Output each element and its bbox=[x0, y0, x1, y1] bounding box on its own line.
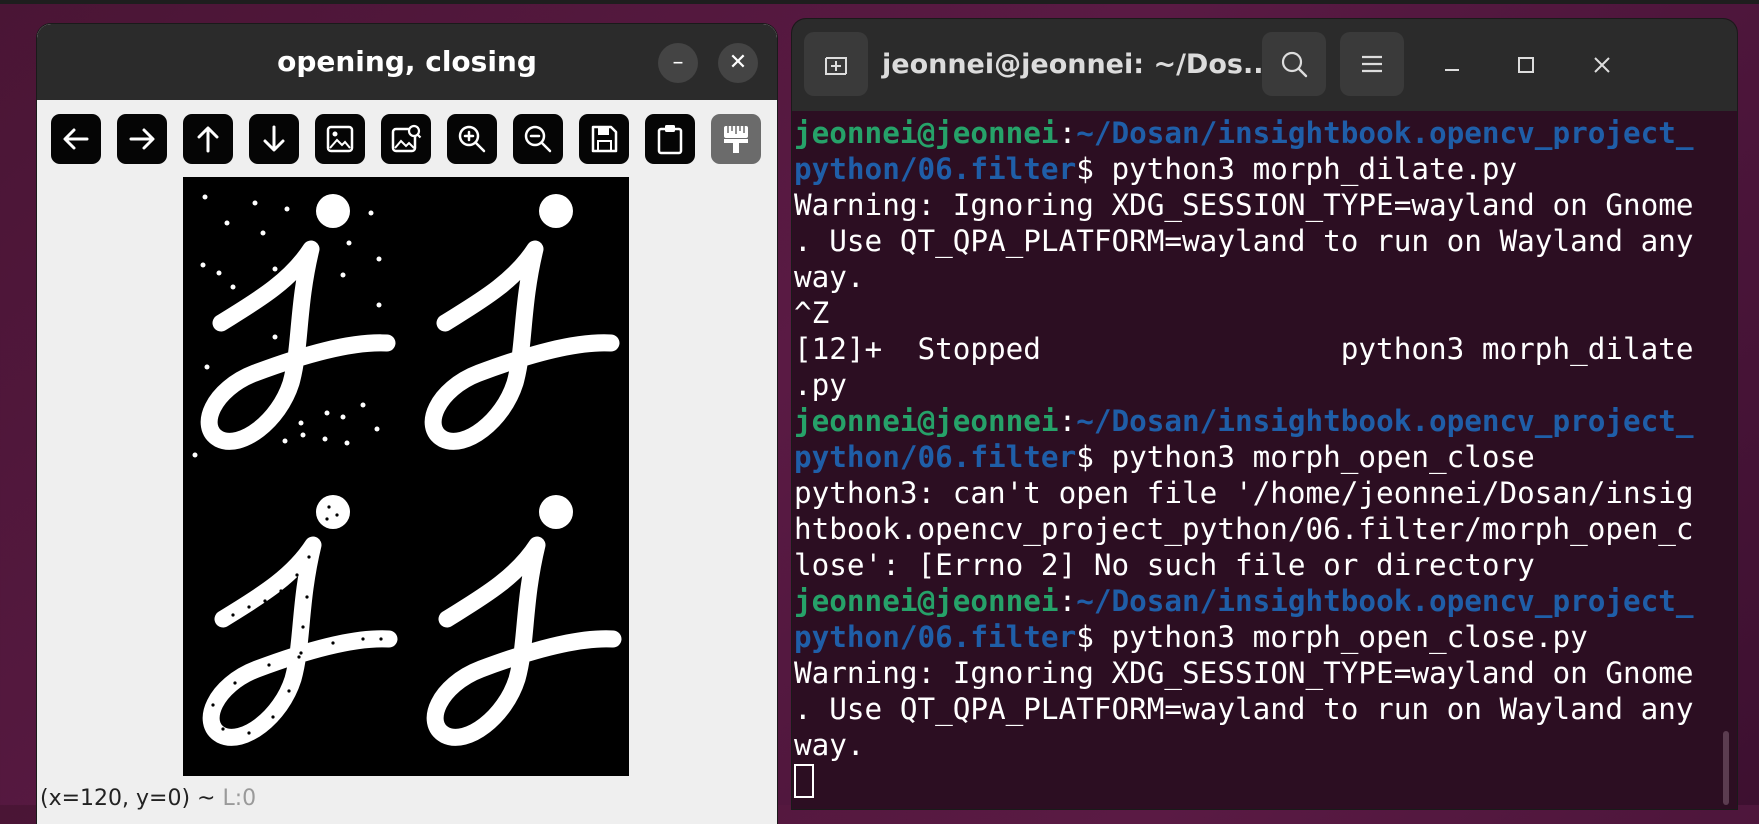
terminal-line: htbook.opencv_project_python/06.filter/m… bbox=[794, 511, 1714, 547]
terminal-line: . Use QT_QPA_PLATFORM=wayland to run on … bbox=[794, 223, 1714, 259]
prompt-path: ~/Dosan/insightbook.opencv_project_ bbox=[1076, 116, 1694, 150]
line-text: .py bbox=[794, 368, 847, 402]
paint-brush-icon bbox=[724, 126, 748, 153]
arrow-left-icon bbox=[63, 128, 89, 150]
line-text: [12]+ Stopped python3 morph_dilate bbox=[794, 332, 1694, 366]
terminal-window: jeonnei@jeonnei: ~/Dos... jeonnei@jeonne… bbox=[792, 19, 1737, 809]
maximize-icon bbox=[1518, 57, 1534, 73]
terminal-line: python/06.filter$ python3 morph_open_clo… bbox=[794, 439, 1714, 475]
properties-button[interactable] bbox=[711, 114, 761, 164]
new-tab-icon bbox=[825, 57, 847, 75]
image-toolbar bbox=[51, 114, 771, 170]
search-button[interactable] bbox=[1262, 32, 1326, 96]
terminal-cursor-line bbox=[794, 763, 1714, 799]
terminal-line: Warning: Ignoring XDG_SESSION_TYPE=wayla… bbox=[794, 655, 1714, 691]
terminal-line: way. bbox=[794, 259, 1714, 295]
prompt-path: python/06.filter bbox=[794, 440, 1077, 474]
opencv-image-window: opening, closing – ✕ (x=120, y=0) ~ L:0 bbox=[37, 24, 777, 824]
terminal-titlebar[interactable]: jeonnei@jeonnei: ~/Dos... bbox=[792, 19, 1737, 111]
prompt-user: jeonnei@jeonnei bbox=[794, 584, 1059, 618]
line-text: Warning: Ignoring XDG_SESSION_TYPE=wayla… bbox=[794, 656, 1694, 690]
prompt-path: python/06.filter bbox=[794, 620, 1077, 654]
terminal-line: python3: can't open file '/home/jeonnei/… bbox=[794, 475, 1714, 511]
terminal-line: jeonnei@jeonnei:~/Dosan/insightbook.open… bbox=[794, 583, 1714, 619]
line-text: htbook.opencv_project_python/06.filter/m… bbox=[794, 512, 1694, 546]
prompt-path: ~/Dosan/insightbook.opencv_project_ bbox=[1076, 584, 1694, 618]
zoom-in-button[interactable] bbox=[447, 114, 497, 164]
terminal-line: jeonnei@jeonnei:~/Dosan/insightbook.open… bbox=[794, 403, 1714, 439]
pan-up-button[interactable] bbox=[183, 114, 233, 164]
arrow-right-icon bbox=[129, 128, 155, 150]
close-icon: ✕ bbox=[728, 50, 748, 75]
prompt-separator: : bbox=[1058, 584, 1077, 618]
copy-clipboard-button[interactable] bbox=[645, 114, 695, 164]
terminal-line: .py bbox=[794, 367, 1714, 403]
line-text: . Use QT_QPA_PLATFORM=wayland to run on … bbox=[794, 692, 1694, 726]
pan-right-button[interactable] bbox=[117, 114, 167, 164]
pan-down-button[interactable] bbox=[249, 114, 299, 164]
prompt-path: ~/Dosan/insightbook.opencv_project_ bbox=[1076, 404, 1694, 438]
desktop-top-bar bbox=[0, 0, 1759, 4]
line-text: . Use QT_QPA_PLATFORM=wayland to run on … bbox=[794, 224, 1694, 258]
close-button[interactable] bbox=[1582, 45, 1622, 85]
close-icon bbox=[1594, 57, 1610, 73]
zoom-out-icon bbox=[524, 125, 552, 153]
line-text: python3: can't open file '/home/jeonnei/… bbox=[794, 476, 1694, 510]
window-titlebar[interactable]: opening, closing – ✕ bbox=[37, 24, 777, 100]
status-bar: (x=120, y=0) ~ L:0 bbox=[40, 786, 770, 824]
arrow-up-icon bbox=[197, 126, 219, 153]
save-icon bbox=[591, 125, 618, 153]
line-text: ^Z bbox=[794, 296, 830, 330]
terminal-line: ^Z bbox=[794, 295, 1714, 331]
cursor-coordinates: (x=120, y=0) ~ bbox=[40, 786, 216, 811]
line-text: way. bbox=[794, 260, 865, 294]
minimize-icon bbox=[1445, 69, 1459, 71]
morphology-result-image[interactable] bbox=[183, 177, 629, 776]
terminal-line: way. bbox=[794, 727, 1714, 763]
text-cursor bbox=[794, 764, 814, 798]
terminal-line: python/06.filter$ python3 morph_open_clo… bbox=[794, 619, 1714, 655]
pan-left-button[interactable] bbox=[51, 114, 101, 164]
terminal-title: jeonnei@jeonnei: ~/Dos... bbox=[882, 49, 1274, 80]
terminal-line: [12]+ Stopped python3 morph_dilate bbox=[794, 331, 1714, 367]
terminal-output[interactable]: jeonnei@jeonnei:~/Dosan/insightbook.open… bbox=[794, 115, 1714, 809]
scrollbar[interactable] bbox=[1723, 731, 1729, 805]
minimize-icon: – bbox=[672, 50, 684, 75]
prompt-user: jeonnei@jeonnei bbox=[794, 116, 1059, 150]
arrow-down-icon bbox=[263, 125, 285, 152]
clipboard-icon bbox=[657, 125, 683, 155]
terminal-line: lose': [Errno 2] No such file or directo… bbox=[794, 547, 1714, 583]
pixel-value: L:0 bbox=[222, 786, 257, 811]
line-text: $ python3 morph_open_close.py bbox=[1076, 620, 1588, 654]
prompt-path: python/06.filter bbox=[794, 152, 1077, 186]
zoom-original-button[interactable] bbox=[315, 114, 365, 164]
image-fit-icon bbox=[391, 124, 422, 153]
save-image-button[interactable] bbox=[579, 114, 629, 164]
minimize-button[interactable] bbox=[1432, 45, 1472, 85]
maximize-button[interactable] bbox=[1506, 45, 1546, 85]
line-text: way. bbox=[794, 728, 865, 762]
prompt-separator: : bbox=[1058, 116, 1077, 150]
prompt-separator: : bbox=[1058, 404, 1077, 438]
terminal-line: jeonnei@jeonnei:~/Dosan/insightbook.open… bbox=[794, 115, 1714, 151]
terminal-line: Warning: Ignoring XDG_SESSION_TYPE=wayla… bbox=[794, 187, 1714, 223]
search-icon bbox=[1281, 51, 1308, 78]
zoom-fit-button[interactable] bbox=[381, 114, 431, 164]
zoom-out-button[interactable] bbox=[513, 114, 563, 164]
terminal-line: . Use QT_QPA_PLATFORM=wayland to run on … bbox=[794, 691, 1714, 727]
line-text: lose': [Errno 2] No such file or directo… bbox=[794, 548, 1535, 582]
line-text: $ python3 morph_dilate.py bbox=[1076, 152, 1518, 186]
line-text: Warning: Ignoring XDG_SESSION_TYPE=wayla… bbox=[794, 188, 1694, 222]
hamburger-menu-icon bbox=[1362, 55, 1382, 73]
zoom-in-icon bbox=[458, 125, 486, 153]
menu-button[interactable] bbox=[1340, 32, 1404, 96]
minimize-button[interactable]: – bbox=[658, 43, 698, 83]
prompt-user: jeonnei@jeonnei bbox=[794, 404, 1059, 438]
new-tab-button[interactable] bbox=[804, 32, 868, 96]
terminal-line: python/06.filter$ python3 morph_dilate.p… bbox=[794, 151, 1714, 187]
image-icon bbox=[326, 125, 354, 153]
close-button[interactable]: ✕ bbox=[718, 43, 758, 83]
line-text: $ python3 morph_open_close bbox=[1076, 440, 1535, 474]
